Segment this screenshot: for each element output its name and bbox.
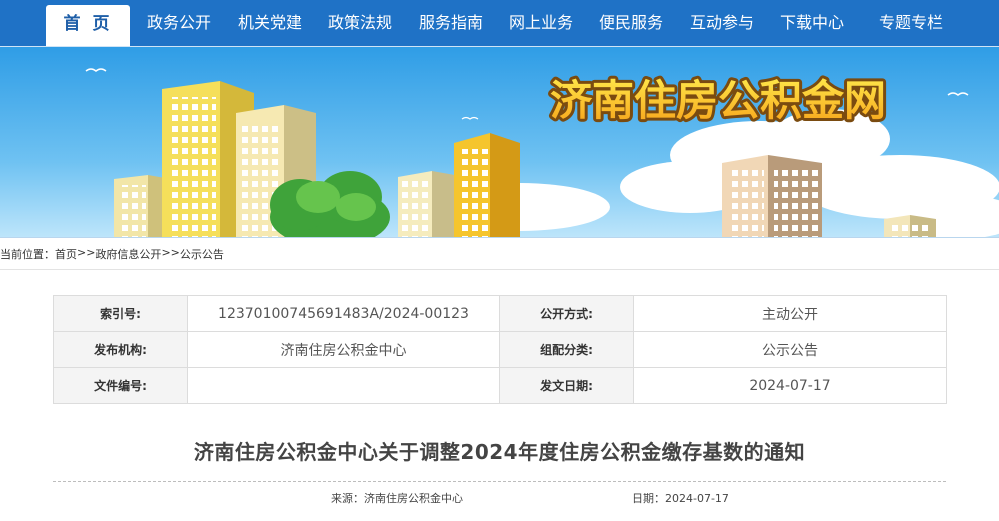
banner-illustration: 济南住房公积金网 济南住房公积金网 (0, 47, 999, 237)
source-value: 济南住房公积金中心 (364, 492, 463, 505)
nav-item-party-building[interactable]: 机关党建 (230, 0, 310, 46)
breadcrumb: 当前位置：首页>>政府信息公开>>公示公告 (0, 246, 224, 264)
index-number-value: 12370100745691483A/2024-00123 (187, 295, 500, 332)
nav-item-service-guide[interactable]: 服务指南 (411, 0, 491, 46)
banner-title: 济南住房公积金网 (550, 76, 886, 125)
table-row: 索引号: 12370100745691483A/2024-00123 公开方式:… (53, 295, 947, 332)
publisher-value: 济南住房公积金中心 (187, 331, 500, 368)
nav-item-downloads[interactable]: 下载中心 (772, 0, 852, 46)
nav-item-home[interactable]: 首 页 (46, 5, 130, 46)
date-label: 日期： (632, 492, 665, 505)
index-number-label: 索引号: (53, 295, 188, 332)
table-row: 文件编号: 发文日期: 2024-07-17 (53, 367, 947, 404)
site-banner: 济南住房公积金网 济南住房公积金网 (0, 46, 999, 238)
document-number-value (187, 367, 500, 404)
issue-date-label: 发文日期: (499, 367, 634, 404)
source-label: 来源： (331, 492, 364, 505)
breadcrumb-link-home[interactable]: 首页 (55, 248, 77, 261)
article-source: 来源：济南住房公积金中心 (331, 490, 463, 506)
breadcrumb-link-gov-info[interactable]: 政府信息公开 (95, 248, 161, 261)
disclosure-method-label: 公开方式: (499, 295, 634, 332)
category-label: 组配分类: (499, 331, 634, 368)
nav-item-special-topics[interactable]: 专题专栏 (868, 0, 954, 46)
nav-item-public-service[interactable]: 便民服务 (591, 0, 671, 46)
issue-date-value: 2024-07-17 (633, 367, 947, 404)
breadcrumb-prefix: 当前位置： (0, 248, 55, 261)
publisher-label: 发布机构: (53, 331, 188, 368)
date-value: 2024-07-17 (665, 492, 729, 505)
nav-item-policies[interactable]: 政策法规 (320, 0, 400, 46)
article-date: 日期：2024-07-17 (632, 490, 729, 506)
document-number-label: 文件编号: (53, 367, 188, 404)
article-title: 济南住房公积金中心关于调整2024年度住房公积金缴存基数的通知 (193, 440, 806, 464)
top-navigation: 首 页 政务公开 机关党建 政策法规 服务指南 网上业务 便民服务 互动参与 下… (0, 0, 999, 46)
disclosure-method-value: 主动公开 (633, 295, 947, 332)
nav-item-government-affairs[interactable]: 政务公开 (139, 0, 219, 46)
category-value: 公示公告 (633, 331, 947, 368)
breadcrumb-separator: >> (161, 246, 180, 259)
nav-item-interaction[interactable]: 互动参与 (682, 0, 762, 46)
table-row: 发布机构: 济南住房公积金中心 组配分类: 公示公告 (53, 331, 947, 368)
document-info-table: 索引号: 12370100745691483A/2024-00123 公开方式:… (53, 295, 947, 404)
title-divider (53, 481, 946, 482)
breadcrumb-link-notices[interactable]: 公示公告 (180, 248, 224, 261)
breadcrumb-separator: >> (77, 246, 96, 259)
breadcrumb-divider (0, 269, 999, 270)
nav-item-online-business[interactable]: 网上业务 (501, 0, 581, 46)
